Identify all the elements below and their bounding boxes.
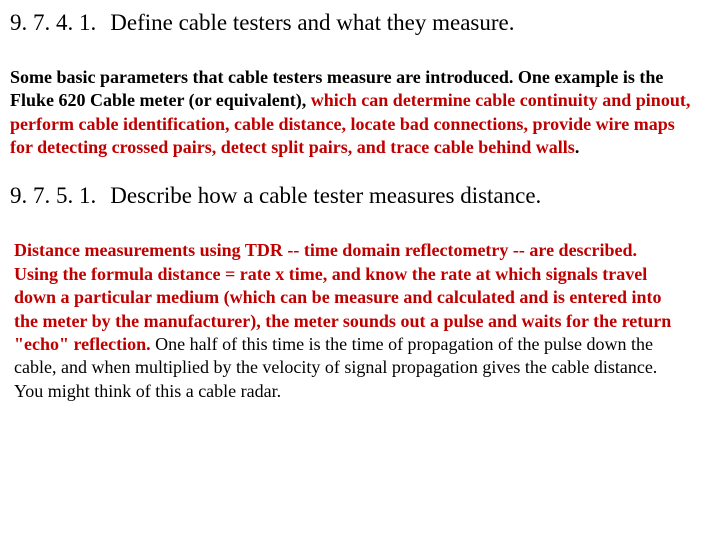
section-body-2: Distance measurements using TDR -- time … xyxy=(14,239,674,403)
body-tail: . xyxy=(575,137,580,157)
section-heading-2: 9. 7. 5. 1. Describe how a cable tester m… xyxy=(10,181,700,211)
section-title: Define cable testers and what they measu… xyxy=(110,10,514,35)
section-number: 9. 7. 4. 1. xyxy=(10,8,96,38)
section-title: Describe how a cable tester measures dis… xyxy=(110,183,541,208)
section-heading-1: 9. 7. 4. 1. Define cable testers and what… xyxy=(10,8,700,38)
section-body-1: Some basic parameters that cable testers… xyxy=(10,66,700,160)
section-number: 9. 7. 5. 1. xyxy=(10,181,96,211)
document-page: 9. 7. 4. 1. Define cable testers and what… xyxy=(0,0,720,403)
